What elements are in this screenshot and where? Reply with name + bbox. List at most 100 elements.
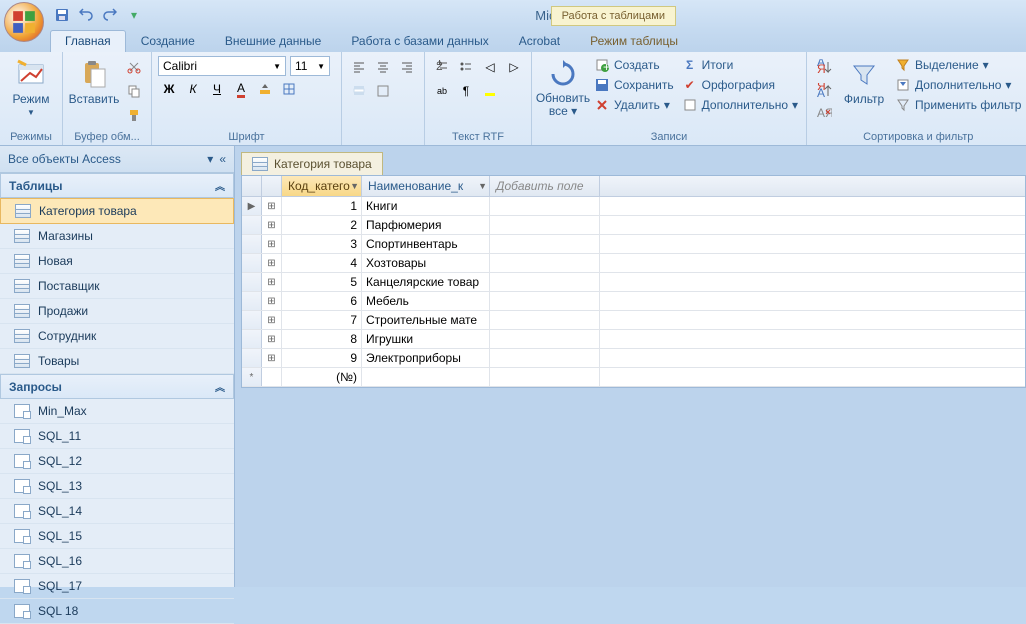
numbered-list-icon[interactable]: 12	[431, 56, 453, 78]
selection-filter-button[interactable]: Выделение ▾	[893, 56, 1023, 74]
save-record-button[interactable]: Сохранить	[592, 76, 676, 94]
tab-2[interactable]: Внешние данные	[210, 30, 337, 52]
expand-icon[interactable]: ⊞	[262, 292, 282, 310]
expand-icon[interactable]: ⊞	[262, 197, 282, 215]
cell-id[interactable]: 9	[282, 349, 362, 367]
align-left-icon[interactable]	[348, 56, 370, 78]
nav-item[interactable]: Новая	[0, 249, 234, 274]
nav-item[interactable]: Поставщик	[0, 274, 234, 299]
table-row[interactable]: ⊞7Строительные мате	[242, 311, 1025, 330]
toggle-filter-button[interactable]: Применить фильтр	[893, 96, 1023, 114]
copy-icon[interactable]	[123, 80, 145, 102]
cell-name[interactable]: Электроприборы	[362, 349, 490, 367]
more-records-button[interactable]: Дополнительно ▾	[680, 96, 800, 114]
nav-section-1[interactable]: Запросы︽	[0, 374, 234, 399]
sort-asc-icon[interactable]: АЯ	[813, 56, 835, 78]
expand-icon[interactable]: ⊞	[262, 273, 282, 291]
tab-5[interactable]: Режим таблицы	[575, 30, 693, 52]
font-family-combo[interactable]: Calibri▼	[158, 56, 286, 76]
row-selector[interactable]	[242, 349, 262, 367]
expand-icon[interactable]: ⊞	[262, 311, 282, 329]
cell-id[interactable]: 1	[282, 197, 362, 215]
cell-name[interactable]: Мебель	[362, 292, 490, 310]
nav-item[interactable]: SQL_16	[0, 549, 234, 574]
format-painter-icon[interactable]	[123, 104, 145, 126]
row-selector[interactable]	[242, 330, 262, 348]
table-row[interactable]: ⊞6Мебель	[242, 292, 1025, 311]
nav-pane-header[interactable]: Все объекты Access ▾ «	[0, 146, 234, 173]
tab-3[interactable]: Работа с базами данных	[336, 30, 503, 52]
cell-name[interactable]: Хозтовары	[362, 254, 490, 272]
fill-color-button[interactable]	[254, 78, 276, 100]
nav-item[interactable]: Категория товара	[0, 198, 234, 224]
cell-id[interactable]: 7	[282, 311, 362, 329]
indent-dec-icon[interactable]: ◁	[479, 56, 501, 78]
italic-button[interactable]: К	[182, 78, 204, 100]
nav-item[interactable]: Продажи	[0, 299, 234, 324]
nav-item[interactable]: Товары	[0, 349, 234, 374]
filter-button[interactable]: Фильтр	[839, 56, 889, 108]
underline-button[interactable]: Ч	[206, 78, 228, 100]
cell-id[interactable]: 5	[282, 273, 362, 291]
row-selector[interactable]	[242, 292, 262, 310]
tab-4[interactable]: Acrobat	[504, 30, 575, 52]
document-tab[interactable]: Категория товара	[241, 152, 383, 175]
nav-item[interactable]: SQL_13	[0, 474, 234, 499]
table-row[interactable]: ⊞8Игрушки	[242, 330, 1025, 349]
sort-desc-icon[interactable]: ЯА	[813, 80, 835, 102]
new-row[interactable]: *(№)	[242, 368, 1025, 387]
nav-item[interactable]: SQL_15	[0, 524, 234, 549]
expand-icon[interactable]: ⊞	[262, 254, 282, 272]
new-record-button[interactable]: +Создать	[592, 56, 676, 74]
nav-item[interactable]: Min_Max	[0, 399, 234, 424]
advanced-filter-button[interactable]: Дополнительно ▾	[893, 76, 1023, 94]
gridlines2-icon[interactable]	[372, 80, 394, 102]
delete-record-button[interactable]: Удалить ▾	[592, 96, 676, 114]
expand-icon[interactable]: ⊞	[262, 330, 282, 348]
bullet-list-icon[interactable]	[455, 56, 477, 78]
column-header-id[interactable]: Код_катего▼	[282, 176, 362, 196]
cell-id[interactable]: 6	[282, 292, 362, 310]
gridlines-button[interactable]	[278, 78, 300, 100]
table-row[interactable]: ⊞5Канцелярские товар	[242, 273, 1025, 292]
spelling-button[interactable]: ✔Орфография	[680, 76, 800, 94]
office-button[interactable]	[4, 2, 44, 42]
view-button[interactable]: Режим ▼	[6, 56, 56, 119]
table-row[interactable]: ⊞9Электроприборы	[242, 349, 1025, 368]
nav-item[interactable]: Сотрудник	[0, 324, 234, 349]
table-row[interactable]: ⊞3Спортинвентарь	[242, 235, 1025, 254]
column-header-name[interactable]: Наименование_к▼	[362, 176, 490, 196]
redo-icon[interactable]	[102, 7, 118, 23]
nav-item[interactable]: Магазины	[0, 224, 234, 249]
cell-name[interactable]: Строительные мате	[362, 311, 490, 329]
cell-name[interactable]: Игрушки	[362, 330, 490, 348]
save-icon[interactable]	[54, 7, 70, 23]
paste-button[interactable]: Вставить	[69, 56, 119, 108]
row-selector[interactable]	[242, 311, 262, 329]
clear-sort-icon[interactable]: АЯ	[813, 104, 835, 126]
row-selector[interactable]	[242, 254, 262, 272]
expand-icon[interactable]: ⊞	[262, 349, 282, 367]
cell-id[interactable]: 3	[282, 235, 362, 253]
add-field-column[interactable]: Добавить поле	[490, 176, 600, 196]
nav-section-0[interactable]: Таблицы︽	[0, 173, 234, 198]
cell-name[interactable]: Спортинвентарь	[362, 235, 490, 253]
cell-name[interactable]: Книги	[362, 197, 490, 215]
expand-icon[interactable]: ⊞	[262, 235, 282, 253]
rtl-icon[interactable]: ¶	[455, 80, 477, 102]
nav-item[interactable]: SQL_14	[0, 499, 234, 524]
row-selector[interactable]: ▶	[242, 197, 262, 215]
bold-button[interactable]: Ж	[158, 78, 180, 100]
table-row[interactable]: ⊞2Парфюмерия	[242, 216, 1025, 235]
font-color-button[interactable]: A	[230, 78, 252, 100]
cut-icon[interactable]	[123, 56, 145, 78]
cell-id[interactable]: 2	[282, 216, 362, 234]
table-row[interactable]: ▶⊞1Книги	[242, 197, 1025, 216]
cell-id[interactable]: 8	[282, 330, 362, 348]
font-size-combo[interactable]: 11▼	[290, 56, 330, 76]
table-row[interactable]: ⊞4Хозтовары	[242, 254, 1025, 273]
undo-icon[interactable]	[78, 7, 94, 23]
totals-button[interactable]: ΣИтоги	[680, 56, 800, 74]
nav-item[interactable]: SQL_11	[0, 424, 234, 449]
qat-more-icon[interactable]: ▾	[126, 7, 142, 23]
